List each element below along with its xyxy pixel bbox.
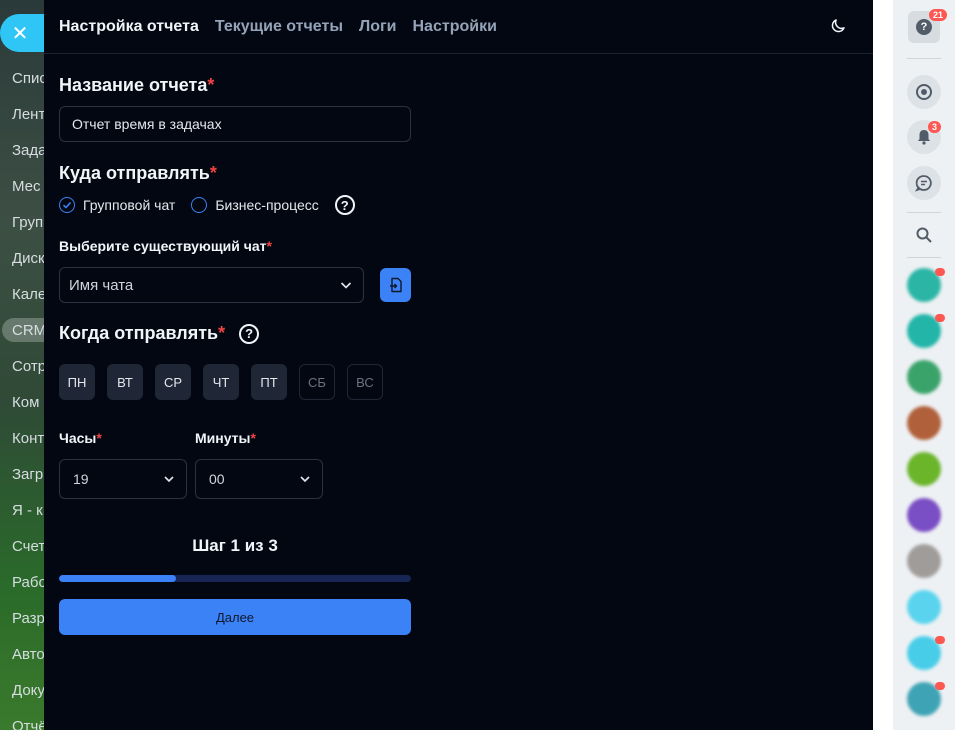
day-sat[interactable]: СБ <box>299 364 335 400</box>
bg-menu-item: Диск <box>12 250 44 267</box>
sync-button[interactable] <box>907 75 941 109</box>
refresh-icon <box>916 84 932 100</box>
destination-label: Куда отправлять* <box>59 163 217 183</box>
when-label: Когда отправлять* <box>59 323 226 343</box>
day-wed[interactable]: СР <box>155 364 191 400</box>
sidebar-divider <box>907 212 941 213</box>
bg-menu-item: Авто <box>12 646 44 663</box>
chevron-down-icon <box>164 476 174 483</box>
notifications-badge: 3 <box>928 121 942 133</box>
file-import-icon <box>389 277 402 293</box>
avatar[interactable] <box>907 544 941 578</box>
help-icon[interactable]: ? <box>334 195 355 215</box>
close-button[interactable]: ✕ <box>0 14 44 52</box>
bg-menu-item: Счет <box>12 538 44 555</box>
bg-menu-item: Кале <box>12 286 44 303</box>
report-name-label: Название отчета* <box>59 75 215 95</box>
minutes-label: Минуты* <box>195 430 256 446</box>
radio-business-process[interactable] <box>191 197 208 213</box>
tab-settings[interactable]: Настройки <box>413 18 497 36</box>
sidebar-divider <box>907 58 941 59</box>
avatar[interactable] <box>907 406 941 440</box>
day-thu[interactable]: ЧТ <box>203 364 239 400</box>
minutes-value: 00 <box>209 471 225 487</box>
bg-menu-item: CRM <box>12 322 44 339</box>
tab-logs[interactable]: Логи <box>359 18 397 36</box>
right-sidebar: ? 21 3 <box>893 0 955 730</box>
attach-chat-button[interactable] <box>380 268 411 302</box>
day-tue[interactable]: ВТ <box>107 364 143 400</box>
bg-menu-item: Конт <box>12 430 44 447</box>
moon-icon[interactable] <box>829 17 847 35</box>
hours-label: Часы* <box>59 430 102 446</box>
sidebar-divider <box>907 257 941 258</box>
report-name-input[interactable] <box>59 106 411 142</box>
avatar-badge <box>935 268 945 276</box>
step-indicator: Шаг 1 из 3 <box>192 536 278 555</box>
when-label-row: Когда отправлять* ? <box>59 323 260 344</box>
minutes-select[interactable]: 00 <box>195 459 323 499</box>
when-help-icon[interactable]: ? <box>239 323 260 344</box>
chat-select-placeholder: Имя чата <box>69 276 134 294</box>
avatar-badge <box>935 682 945 690</box>
avatar[interactable] <box>907 452 941 486</box>
bg-menu-item: Груп <box>12 214 44 231</box>
destination-options: Групповой чат Бизнес-процесс ? <box>59 193 355 217</box>
chat-list-button[interactable] <box>907 166 941 200</box>
avatar-badge <box>935 314 945 322</box>
chat-label: Выберите существующий чат* <box>59 238 272 254</box>
bg-menu-item: Лент <box>12 106 44 123</box>
tab-bar: Настройка отчета Текущие отчеты Логи Нас… <box>44 0 873 54</box>
help-badge: 21 <box>929 9 948 21</box>
bg-menu-item: Спис <box>12 70 44 87</box>
weekday-picker: ПН ВТ СР ЧТ ПТ СБ ВС <box>59 364 395 400</box>
day-mon[interactable]: ПН <box>59 364 95 400</box>
chat-select[interactable]: Имя чата <box>59 267 364 303</box>
avatar[interactable] <box>907 590 941 624</box>
question-icon: ? <box>916 19 932 35</box>
bg-menu-item: Загр <box>12 466 44 483</box>
radio-group-chat[interactable] <box>59 197 75 213</box>
bg-menu-item: Доку <box>12 682 44 699</box>
sidebar-gap <box>873 0 893 730</box>
avatar[interactable] <box>907 498 941 532</box>
bg-menu-item: Отчё <box>12 718 44 730</box>
background-menu: Спис Лент Зада Мес Груп Диск Кале CRM Со… <box>0 0 44 730</box>
day-fri[interactable]: ПТ <box>251 364 287 400</box>
hours-select[interactable]: 19 <box>59 459 187 499</box>
chat-icon <box>914 175 932 192</box>
report-panel: Настройка отчета Текущие отчеты Логи Нас… <box>44 0 873 730</box>
tab-current-reports[interactable]: Текущие отчеты <box>215 18 343 36</box>
bg-menu-item: Я - к <box>12 502 43 519</box>
bg-menu-item: Зада <box>12 142 44 159</box>
next-button[interactable]: Далее <box>59 599 411 635</box>
progress-bar <box>59 575 411 582</box>
bg-menu-item: Сотр <box>12 358 44 375</box>
check-icon <box>62 201 72 209</box>
day-sun[interactable]: ВС <box>347 364 383 400</box>
search-icon <box>916 227 932 243</box>
avatar-badge <box>935 636 945 644</box>
chevron-down-icon <box>340 282 352 289</box>
search-button[interactable] <box>907 218 941 252</box>
radio-label-business-process[interactable]: Бизнес-процесс <box>215 197 318 213</box>
bg-menu-item: Мес <box>12 178 41 195</box>
bg-menu-item: Рабо <box>12 574 44 591</box>
progress-fill <box>59 575 177 582</box>
avatar[interactable] <box>907 360 941 394</box>
tab-report-setup[interactable]: Настройка отчета <box>59 18 199 36</box>
bg-menu-item: Разр <box>12 610 44 627</box>
close-icon: ✕ <box>11 22 29 45</box>
bg-menu-item: Ком <box>12 394 40 411</box>
hours-value: 19 <box>73 471 89 487</box>
chevron-down-icon <box>300 476 310 483</box>
radio-label-group-chat[interactable]: Групповой чат <box>83 197 175 213</box>
